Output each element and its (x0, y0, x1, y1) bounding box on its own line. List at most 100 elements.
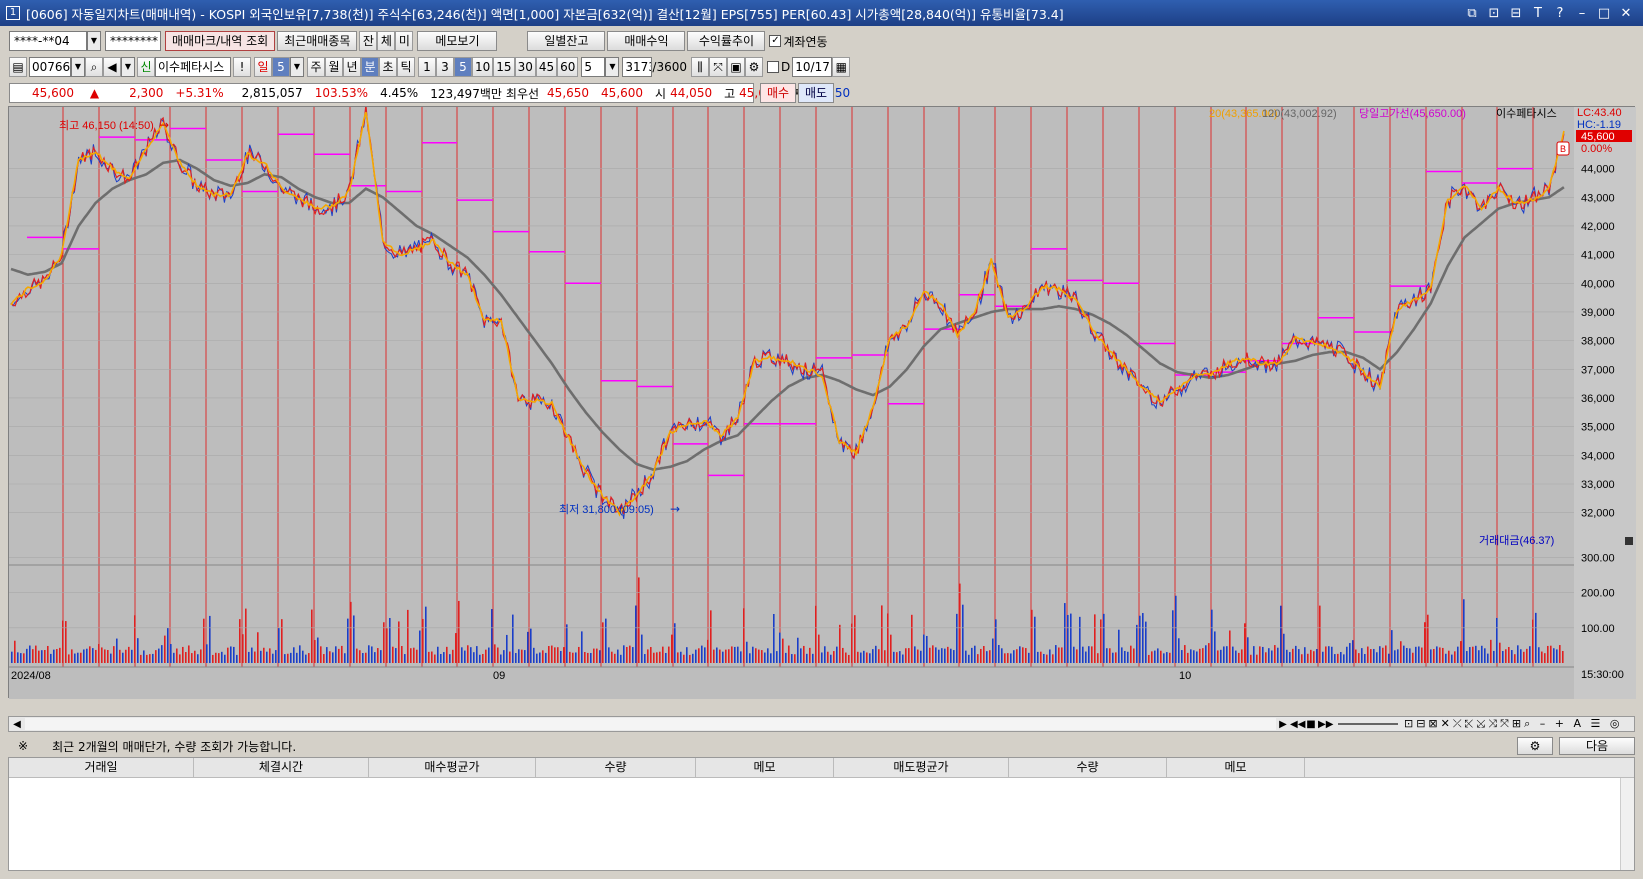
buy-button[interactable]: 매수 (760, 83, 796, 103)
interval-30-button[interactable]: 30 (514, 57, 536, 77)
volume-bar (1433, 649, 1435, 663)
interval-60-button[interactable]: 60 (557, 57, 579, 77)
calendar-icon[interactable]: ▦ (832, 57, 851, 77)
scroll-track[interactable] (25, 718, 1276, 730)
volume-bar (977, 654, 979, 663)
cur-pct-label: 0.00% (1581, 143, 1612, 155)
unfilled-button[interactable]: 미 (395, 31, 414, 51)
execution-button[interactable]: 체 (377, 31, 396, 51)
restore-icon[interactable]: ⧉ (1463, 6, 1481, 21)
period-tick-button[interactable]: 틱 (397, 57, 415, 77)
maximize-icon[interactable]: □ (1595, 6, 1613, 21)
trade-profit-button[interactable]: 매매수익 (607, 31, 686, 51)
recent-trades-button[interactable]: 최근매매종목 (277, 31, 358, 51)
interval-5-button[interactable]: 5 (454, 57, 472, 77)
layout-icon[interactable]: ▤ (9, 57, 27, 77)
volume-bar (188, 645, 190, 663)
candle-icon[interactable]: ⫼ (691, 57, 709, 77)
volume-bar (1325, 646, 1327, 663)
volume-bar (725, 649, 727, 663)
period-second-button[interactable]: 초 (379, 57, 397, 77)
period-year-button[interactable]: 년 (343, 57, 361, 77)
minimize-icon[interactable]: – (1573, 6, 1591, 21)
price-chart[interactable]: 44,000 43,000 42,000 41,000 40,000 39,000 38,0… (9, 107, 1636, 699)
account-dropdown-icon[interactable]: ▼ (87, 31, 101, 51)
account-link-toggle[interactable]: ✓ 계좌연동 (769, 33, 828, 50)
stock-code-field[interactable]: 007660 (29, 57, 71, 77)
indicator-icon[interactable]: ⤧ (709, 57, 727, 77)
password-field[interactable]: ******** (105, 31, 161, 51)
volume-bar (833, 651, 835, 663)
volume-bar (722, 651, 724, 663)
code-dropdown-icon[interactable]: ▼ (71, 57, 85, 77)
save-icon[interactable]: ▣ (727, 57, 745, 77)
scroll-left-icon[interactable]: ◀ (9, 719, 25, 730)
interval-45-button[interactable]: 45 (535, 57, 558, 77)
interval-3-button[interactable]: 3 (436, 57, 454, 77)
account-link-label: 계좌연동 (783, 34, 828, 49)
volume-bar (161, 645, 163, 663)
profit-rate-button[interactable]: 수익률추이 (687, 31, 766, 51)
interval-10-button[interactable]: 10 (472, 57, 494, 77)
sell-button[interactable]: 매도 (798, 83, 834, 103)
bar-count-field[interactable]: 3173 (622, 57, 653, 77)
period-day-button[interactable]: 일 (254, 57, 272, 77)
stock-name-field[interactable]: 이수페타시스 (155, 57, 231, 77)
daily-balance-button[interactable]: 일별잔고 (527, 31, 606, 51)
volume-bar (1172, 610, 1174, 663)
balance-button[interactable]: 잔 (359, 31, 378, 51)
date-field[interactable]: 10/17 (792, 57, 833, 77)
date-checkbox-icon[interactable] (767, 61, 779, 73)
vol-tick-label: 300.00 (1581, 553, 1615, 565)
chart-scrollbar[interactable]: ◀ ▶ ◀◀ ■ ▶▶ ⊡⊟⊠✕⤫⤪⤩⤨⤧⊞⌕ – + A ☰ ◎ (8, 716, 1635, 732)
volume-bar (1103, 613, 1105, 663)
interval-15-button[interactable]: 15 (493, 57, 515, 77)
volume-bar (536, 653, 538, 663)
next-button[interactable]: 다음 (1559, 737, 1635, 755)
volume-bar (152, 653, 154, 663)
count-dropdown-icon[interactable]: ▼ (605, 57, 620, 77)
volume-bar (1184, 645, 1186, 663)
table-vscroll[interactable] (1620, 778, 1634, 870)
volume-bar (200, 649, 202, 663)
volume-bar (1304, 647, 1306, 663)
settings-button[interactable]: ⚙ (1517, 737, 1553, 755)
period-week-button[interactable]: 주 (307, 57, 325, 77)
rewind-icon[interactable]: ◀◀ (1290, 719, 1305, 730)
day-dropdown-icon[interactable]: ▼ (290, 57, 304, 77)
link-icon[interactable]: ⊡ (1485, 6, 1503, 21)
period-minute-button[interactable]: 분 (361, 57, 379, 77)
play-icon[interactable]: ▶ (1276, 719, 1290, 730)
volume-bar (206, 644, 208, 663)
stop-icon[interactable]: ■ (1304, 719, 1318, 730)
trade-mark-button[interactable]: 매매마크/내역 조회 (165, 31, 276, 51)
zoom-slider[interactable] (1338, 723, 1398, 725)
stock-type-icon: 신 (137, 57, 155, 77)
panel-icon[interactable] (1625, 537, 1633, 545)
volume-bar (248, 651, 250, 663)
close-icon[interactable]: ✕ (1617, 6, 1635, 21)
forward-icon[interactable]: ▶▶ (1318, 719, 1333, 730)
price-tick-label: 44,000 (1581, 164, 1615, 176)
volume-bar (1562, 650, 1564, 663)
speaker-icon[interactable]: ◀ (103, 57, 121, 77)
volume-bar (710, 610, 712, 663)
chart-area[interactable]: 44,000 43,000 42,000 41,000 40,000 39,000 38,0… (8, 106, 1636, 699)
interval-1-button[interactable]: 1 (418, 57, 436, 77)
search-icon[interactable]: ⌕ (85, 57, 103, 77)
tool-icons[interactable]: ⊡⊟⊠✕⤫⤪⤩⤨⤧⊞⌕ – + A ☰ ◎ (1404, 717, 1634, 731)
volume-bar (1301, 654, 1303, 663)
interval-count-field[interactable]: 5 (581, 57, 606, 77)
alert-icon[interactable]: ! (233, 57, 251, 77)
help-icon[interactable]: ? (1551, 6, 1569, 21)
pin-icon[interactable]: ⊟ (1507, 6, 1525, 21)
checkbox-icon[interactable]: ✓ (769, 35, 782, 47)
gear-icon[interactable]: ⚙ (745, 57, 763, 77)
memo-button[interactable]: 메모보기 (417, 31, 498, 51)
account-field[interactable]: ****-**04 (9, 31, 87, 51)
period-month-button[interactable]: 월 (325, 57, 343, 77)
volume-bar (428, 651, 430, 663)
day-count-field[interactable]: 5 (272, 57, 290, 77)
font-icon[interactable]: T (1529, 6, 1547, 21)
speaker-dropdown-icon[interactable]: ▼ (121, 57, 135, 77)
